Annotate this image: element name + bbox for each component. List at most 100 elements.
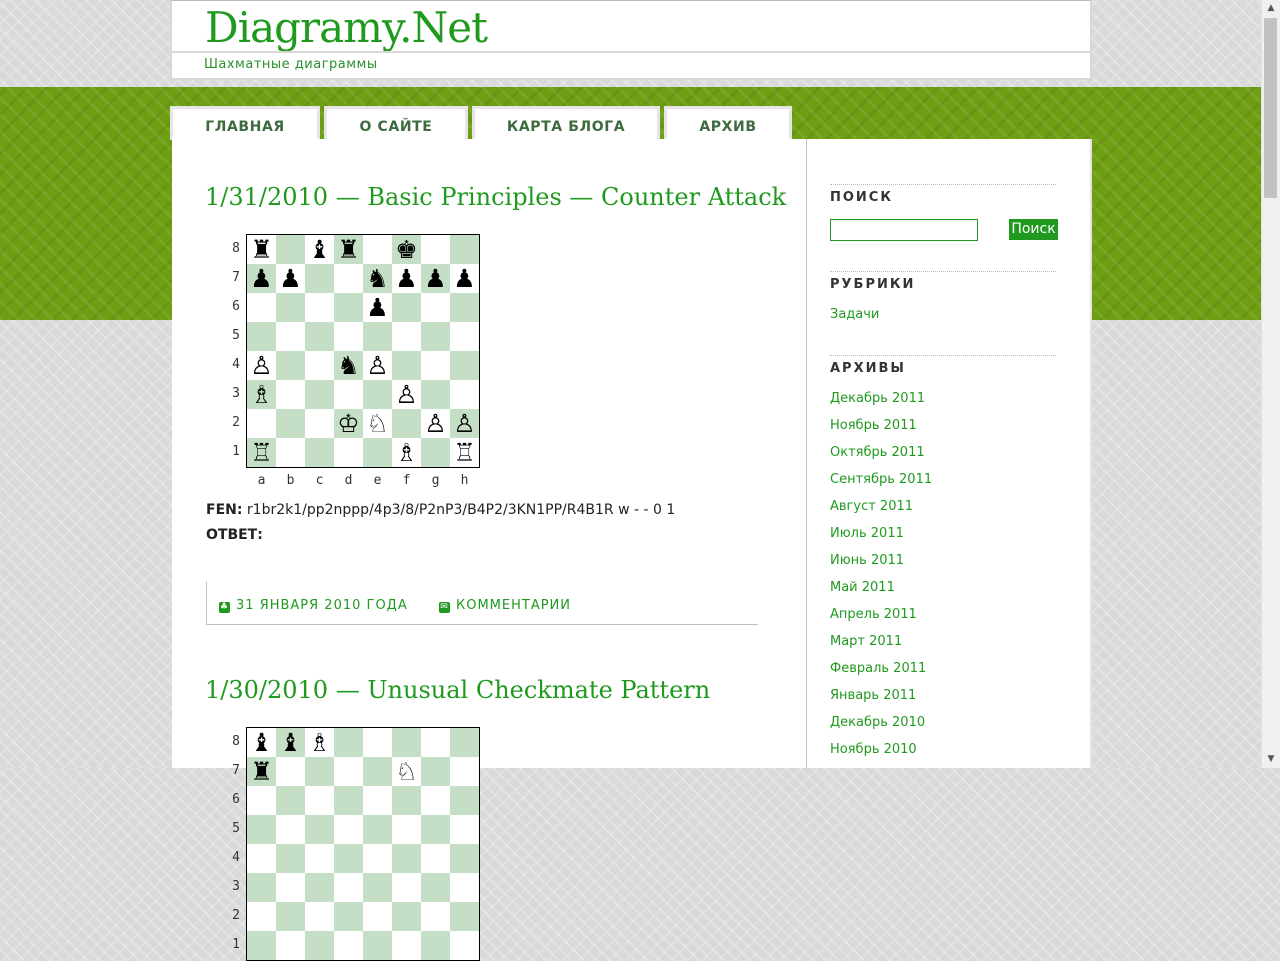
black-bishop-icon: ♝ (305, 235, 334, 264)
rank-label: 5 (232, 328, 240, 343)
search-button[interactable]: Поиск (1009, 219, 1058, 240)
board-square (450, 873, 479, 902)
board-square (334, 873, 363, 902)
archive-link[interactable]: Ноябрь 2010 (830, 742, 917, 757)
scrollbar-thumb[interactable] (1264, 18, 1277, 198)
board-square (392, 728, 421, 757)
board-square (421, 322, 450, 351)
archive-link[interactable]: Октябрь 2011 (830, 445, 925, 460)
board-square (421, 438, 450, 467)
answer-label: ОТВЕТ: (206, 527, 263, 543)
site-description: Шахматные диаграммы (204, 57, 378, 72)
triangle-up-icon[interactable]: ▲ (1262, 0, 1280, 17)
board-square (276, 873, 305, 902)
black-knight-icon: ♞ (363, 264, 392, 293)
archive-link[interactable]: Январь 2011 (830, 688, 916, 703)
archive-link[interactable]: Май 2011 (830, 580, 895, 595)
nav-about[interactable]: О САЙТЕ (324, 106, 468, 140)
board-square (305, 931, 334, 960)
categories-widget-title: РУБРИКИ (830, 277, 916, 292)
board-square (247, 409, 276, 438)
file-label: h (460, 473, 469, 488)
file-label: e (373, 473, 382, 488)
board-square (392, 844, 421, 873)
board-square (363, 380, 392, 409)
rank-label: 3 (232, 879, 240, 894)
search-input[interactable] (830, 219, 978, 241)
white-pawn-icon: ♙ (363, 351, 392, 380)
post-title[interactable]: 1/31/2010 — Basic Principles — Counter A… (205, 183, 786, 211)
board-square (247, 786, 276, 815)
comments-label: КОММЕНТАРИИ (456, 598, 572, 613)
board-square (363, 873, 392, 902)
category-link[interactable]: Задачи (830, 307, 879, 322)
archive-link[interactable]: Июль 2011 (830, 526, 904, 541)
site-title[interactable]: Diagramy.Net (205, 3, 488, 52)
vertical-scrollbar[interactable]: ▲ ▼ (1261, 0, 1280, 768)
file-label: a (257, 473, 266, 488)
widget-separator (830, 184, 1056, 185)
board-square (247, 902, 276, 931)
board-square (276, 786, 305, 815)
board-square (450, 931, 479, 960)
board-square (334, 438, 363, 467)
white-knight-icon: ♘ (363, 409, 392, 438)
rank-label: 6 (232, 299, 240, 314)
board-square (363, 438, 392, 467)
board-square (421, 786, 450, 815)
board-square (363, 931, 392, 960)
rank-label: 7 (232, 763, 240, 778)
board-square (392, 293, 421, 322)
black-pawn-icon: ♟ (363, 293, 392, 322)
sidebar: ПОИСК Поиск РУБРИКИ Задачи АРХИВЫ Декабр… (830, 139, 1058, 768)
archive-link[interactable]: Апрель 2011 (830, 607, 917, 622)
file-label: d (344, 473, 353, 488)
white-pawn-icon: ♙ (247, 351, 276, 380)
board-square (450, 728, 479, 757)
archive-link[interactable]: Март 2011 (830, 634, 902, 649)
board-square (276, 409, 305, 438)
board-square (450, 293, 479, 322)
post-title[interactable]: 1/30/2010 — Unusual Checkmate Pattern (205, 676, 710, 704)
archive-link[interactable]: Декабрь 2011 (830, 391, 925, 406)
board-square (276, 380, 305, 409)
white-rook-icon: ♖ (450, 438, 479, 467)
white-rook-icon: ♖ (247, 438, 276, 467)
nav-archive[interactable]: АРХИВ (664, 106, 792, 140)
archive-link[interactable]: Декабрь 2010 (830, 715, 925, 730)
board-square (305, 351, 334, 380)
archive-link[interactable]: Сентябрь 2011 (830, 472, 932, 487)
comments-link[interactable]: ✉ КОММЕНТАРИИ (439, 598, 571, 613)
nav-home[interactable]: ГЛАВНАЯ (170, 106, 320, 140)
board-square (450, 380, 479, 409)
leaf-icon: ♣ (219, 602, 230, 613)
rank-label: 4 (232, 357, 240, 372)
white-pawn-icon: ♙ (421, 409, 450, 438)
file-label: b (286, 473, 295, 488)
archive-link[interactable]: Февраль 2011 (830, 661, 926, 676)
rank-label: 7 (232, 270, 240, 285)
board-square (334, 844, 363, 873)
board-square (276, 815, 305, 844)
widget-separator (830, 271, 1056, 272)
board-square (334, 902, 363, 931)
board-square (450, 902, 479, 931)
board-square (305, 409, 334, 438)
archive-link[interactable]: Август 2011 (830, 499, 913, 514)
triangle-down-icon[interactable]: ▼ (1262, 751, 1280, 768)
black-pawn-icon: ♟ (450, 264, 479, 293)
archive-link[interactable]: Ноябрь 2011 (830, 418, 917, 433)
board-square (305, 293, 334, 322)
board-square (305, 815, 334, 844)
rank-label: 5 (232, 821, 240, 836)
site-header: Diagramy.Net Шахматные диаграммы (170, 0, 1092, 80)
post-date-link[interactable]: ♣ 31 ЯНВАРЯ 2010 ГОДА (219, 598, 408, 613)
rank-label: 1 (232, 937, 240, 952)
main-column: 1/31/2010 — Basic Principles — Counter A… (172, 139, 807, 961)
board-square (421, 380, 450, 409)
rank-label: 1 (232, 444, 240, 459)
nav-blog-map[interactable]: КАРТА БЛОГА (472, 106, 660, 140)
black-bishop-icon: ♝ (247, 728, 276, 757)
archive-link[interactable]: Июнь 2011 (830, 553, 904, 568)
board-square (421, 351, 450, 380)
